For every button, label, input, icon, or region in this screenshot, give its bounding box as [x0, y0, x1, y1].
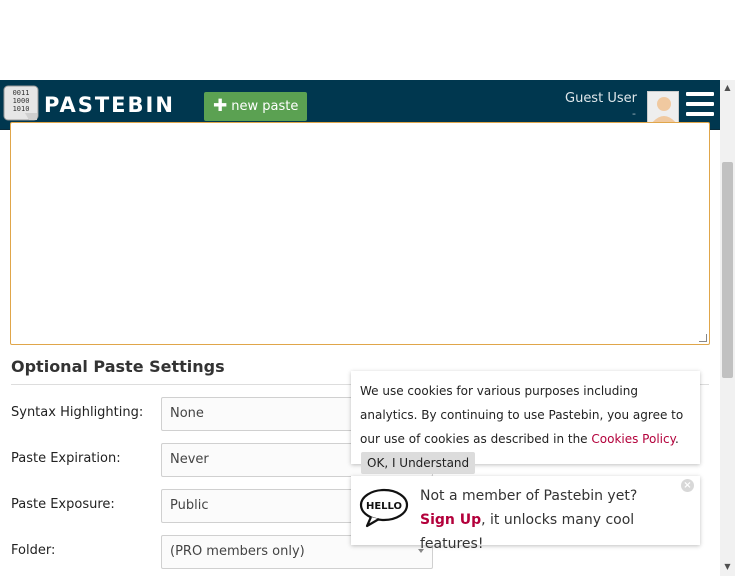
scroll-up-arrow-icon[interactable]: ▲ [720, 83, 735, 95]
signup-text: Not a member of Pastebin yet? Sign Up, i… [420, 484, 680, 556]
paste-expiration-value: Never [170, 452, 209, 467]
paste-expiration-label: Paste Expiration: [11, 451, 121, 466]
cookie-text-end: . [674, 432, 679, 446]
resize-handle-icon[interactable] [699, 334, 707, 342]
svg-text:1010: 1010 [13, 105, 30, 113]
scroll-down-arrow-icon[interactable]: ▼ [720, 562, 735, 574]
folder-value: (PRO members only) [170, 544, 305, 559]
user-name[interactable]: Guest User [565, 91, 637, 106]
syntax-highlighting-label: Syntax Highlighting: [11, 405, 144, 420]
avatar[interactable] [647, 91, 679, 123]
hamburger-menu-icon[interactable] [686, 92, 714, 118]
logo-text[interactable]: PASTEBIN [44, 93, 175, 117]
syntax-highlighting-value: None [170, 406, 204, 421]
sign-up-link[interactable]: Sign Up [420, 512, 481, 528]
paste-exposure-label: Paste Exposure: [11, 497, 115, 512]
hello-icon-text: HELLO [366, 501, 402, 512]
new-paste-label: new paste [231, 99, 299, 114]
cookie-notice: We use cookies for various purposes incl… [351, 371, 700, 464]
user-subtext: - [632, 107, 636, 120]
folder-label: Folder: [11, 543, 56, 558]
page-scrollbar[interactable]: ▲ ▼ [720, 80, 735, 576]
optional-settings-title: Optional Paste Settings [11, 357, 225, 376]
pastebin-logo-icon[interactable]: 0011 1000 1010 [3, 85, 39, 121]
page: 0011 1000 1010 PASTEBIN ✚ new paste Gues… [0, 0, 735, 576]
signup-line1: Not a member of Pastebin yet? [420, 488, 638, 504]
paste-exposure-value: Public [170, 498, 209, 513]
scrollbar-thumb[interactable] [722, 162, 733, 378]
paste-textarea[interactable] [10, 122, 710, 345]
signup-notice: HELLO Not a member of Pastebin yet? Sign… [351, 476, 700, 552]
close-icon[interactable]: × [681, 479, 694, 492]
cookies-policy-link[interactable]: Cookies Policy [591, 432, 675, 446]
ok-understand-button[interactable]: OK, I Understand [361, 452, 476, 474]
plus-icon: ✚ [213, 96, 228, 116]
svg-text:1000: 1000 [13, 97, 30, 105]
svg-text:0011: 0011 [13, 89, 30, 97]
hello-speech-bubble-icon: HELLO [359, 488, 409, 528]
new-paste-button[interactable]: ✚ new paste [204, 92, 307, 121]
